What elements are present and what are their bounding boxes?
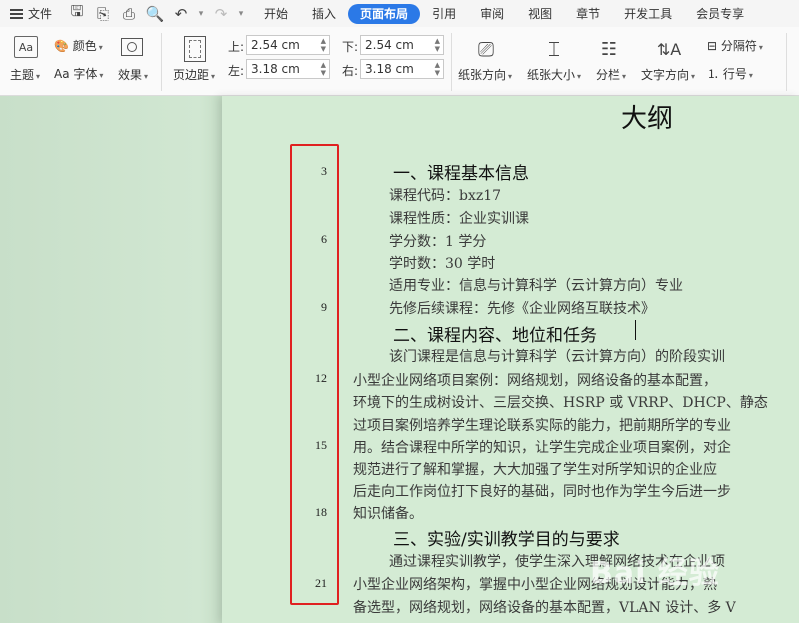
quick-access-more-icon[interactable]: ▾: [236, 3, 246, 25]
body-line: 备选型，网络规划，网络设备的基本配置，VLAN 设计、多 V: [353, 600, 736, 616]
orientation-label: 纸张方向: [458, 68, 507, 82]
tab-member[interactable]: 会员专享: [684, 4, 756, 24]
tab-view[interactable]: 视图: [516, 4, 564, 24]
line-numbers-button[interactable]: ⒈ 行号 ▾: [707, 65, 753, 82]
ribbon-separator: [786, 33, 787, 91]
quick-access-toolbar: 🖫 ⎘ ⎙ 🔍 ↶ ▾ ↷ ▾: [66, 2, 246, 25]
tab-page-layout[interactable]: 页面布局: [348, 3, 421, 24]
margin-icon[interactable]: [184, 36, 206, 62]
paper-size-button[interactable]: 纸张大小 ▾: [527, 66, 581, 83]
effect-button[interactable]: 效果 ▾: [118, 66, 148, 83]
columns-icon[interactable]: ☷: [598, 36, 620, 62]
right-margin-label: 右:: [342, 64, 359, 78]
theme-icon[interactable]: Aa: [14, 36, 38, 58]
undo-icon[interactable]: ↶: [170, 3, 192, 25]
file-menu-label: 文件: [28, 7, 53, 21]
body-line: 学分数：1 学分: [389, 234, 487, 250]
text-direction-icon[interactable]: ⇅A: [656, 36, 682, 62]
left-margin-value: 3.18 cm: [251, 62, 300, 76]
print-preview-icon[interactable]: 🔍: [144, 3, 166, 25]
top-margin-value: 2.54 cm: [251, 38, 300, 52]
bottom-margin-input[interactable]: 2.54 cm ▲ ▼: [360, 35, 444, 55]
body-line: 课程代码：bxz17: [389, 188, 502, 204]
body-line: 小型企业网络项目案例：网络规划，网络设备的基本配置，: [353, 373, 717, 389]
orientation-icon[interactable]: ⎚: [474, 36, 498, 62]
margin-label: 页边距: [173, 68, 210, 82]
highlight-box: [290, 144, 339, 605]
file-menu-button[interactable]: 文件: [0, 0, 62, 27]
left-margin-label: 左:: [228, 64, 245, 78]
bottom-margin-value: 2.54 cm: [365, 38, 414, 52]
left-margin-input[interactable]: 3.18 cm ▲ ▼: [246, 59, 330, 79]
font-label: 字体: [73, 67, 98, 81]
breaks-button[interactable]: ⊟ 分隔符 ▾: [707, 37, 763, 54]
watermark-logo: Bai 经验: [590, 556, 720, 591]
effect-icon[interactable]: [121, 38, 143, 56]
section-heading: 三、实验/实训教学目的与要求: [393, 530, 620, 550]
spinner-icon[interactable]: ▲ ▼: [435, 37, 440, 53]
body-line: 课程性质：企业实训课: [389, 211, 529, 227]
top-margin-input[interactable]: 2.54 cm ▲ ▼: [246, 35, 330, 55]
save-icon[interactable]: 🖫: [66, 2, 88, 25]
columns-label: 分栏: [596, 68, 621, 82]
breaks-icon: ⊟: [707, 39, 718, 53]
redo-icon[interactable]: ↷: [210, 3, 232, 25]
color-button[interactable]: 🎨 颜色 ▾: [54, 37, 103, 54]
paper-size-icon[interactable]: ⌶: [543, 36, 565, 62]
hamburger-icon: [10, 8, 23, 19]
print-icon[interactable]: ⎙: [118, 3, 140, 25]
tab-references[interactable]: 引用: [420, 4, 468, 24]
tab-sections[interactable]: 章节: [564, 4, 612, 24]
body-line: 用。结合课程中所学的知识，让学生完成企业项目案例，对企: [353, 440, 731, 456]
ribbon-separator: [161, 33, 162, 91]
body-line: 该门课程是信息与计算科学（云计算方向）的阶段实训: [389, 349, 725, 365]
breaks-label: 分隔符: [720, 39, 757, 53]
body-line: 后走向工作岗位打下良好的基础，同时也作为学生今后进一步: [353, 484, 731, 500]
text-direction-label: 文字方向: [641, 68, 690, 82]
body-line: 知识储备。: [353, 506, 423, 522]
theme-button[interactable]: 主题 ▾: [10, 66, 40, 83]
text-direction-button[interactable]: 文字方向 ▾: [641, 66, 695, 83]
export-pdf-icon[interactable]: ⎘: [92, 3, 114, 25]
body-line: 先修后续课程：先修《企业网络互联技术》: [389, 301, 655, 317]
font-icon: Aa: [54, 67, 70, 81]
margin-button[interactable]: 页边距 ▾: [173, 66, 215, 83]
undo-dropdown-icon[interactable]: ▾: [196, 3, 206, 25]
section-heading: 二、课程内容、地位和任务: [393, 326, 597, 346]
tab-home[interactable]: 开始: [252, 4, 300, 24]
palette-icon: 🎨: [54, 39, 69, 53]
columns-button[interactable]: 分栏 ▾: [596, 66, 626, 83]
tab-insert[interactable]: 插入: [300, 4, 348, 24]
orientation-button[interactable]: 纸张方向 ▾: [458, 66, 512, 83]
bottom-margin-label: 下:: [342, 40, 359, 54]
menu-bar: 文件 🖫 ⎘ ⎙ 🔍 ↶ ▾ ↷ ▾ 开始 插入 页面布局 引用 审阅 视图 章…: [0, 0, 799, 27]
ribbon-separator: [451, 33, 452, 91]
top-margin-label: 上:: [228, 40, 245, 54]
font-button[interactable]: Aa 字体 ▾: [54, 65, 103, 82]
spinner-icon[interactable]: ▲ ▼: [321, 61, 326, 77]
right-margin-input[interactable]: 3.18 cm ▲ ▼: [360, 59, 444, 79]
tab-developer[interactable]: 开发工具: [612, 4, 684, 24]
spinner-icon[interactable]: ▲ ▼: [435, 61, 440, 77]
body-line: 过项目案例培养学生理论联系实际的能力，把前期所学的专业: [353, 418, 731, 434]
text-cursor: [635, 320, 636, 340]
theme-label: 主题: [10, 68, 35, 82]
spinner-icon[interactable]: ▲ ▼: [321, 37, 326, 53]
body-line: 学时数：30 学时: [389, 256, 496, 272]
section-heading: 一、课程基本信息: [393, 164, 529, 184]
line-numbers-label: 行号: [722, 67, 747, 81]
color-label: 颜色: [72, 39, 97, 53]
page-title: 大纲: [621, 104, 674, 134]
ribbon-tabs: 开始 插入 页面布局 引用 审阅 视图 章节 开发工具 会员专享: [252, 3, 756, 24]
body-line: 规范进行了解和掌握，大大加强了学生对所学知识的企业应: [353, 462, 717, 478]
right-margin-value: 3.18 cm: [365, 62, 414, 76]
page-layout-ribbon: Aa 主题 ▾ 🎨 颜色 ▾ Aa 字体 ▾ 效果 ▾ 页边距 ▾ 上: 2.54 cm ▲…: [0, 27, 799, 96]
paper-size-label: 纸张大小: [527, 68, 576, 82]
line-numbers-icon: ⒈: [707, 67, 720, 81]
body-line: 适用专业：信息与计算科学（云计算方向）专业: [389, 278, 683, 294]
body-line: 环境下的生成树设计、三层交换、HSRP 或 VRRP、DHCP、静态: [353, 395, 768, 411]
tab-review[interactable]: 审阅: [468, 4, 516, 24]
effect-label: 效果: [118, 68, 143, 82]
